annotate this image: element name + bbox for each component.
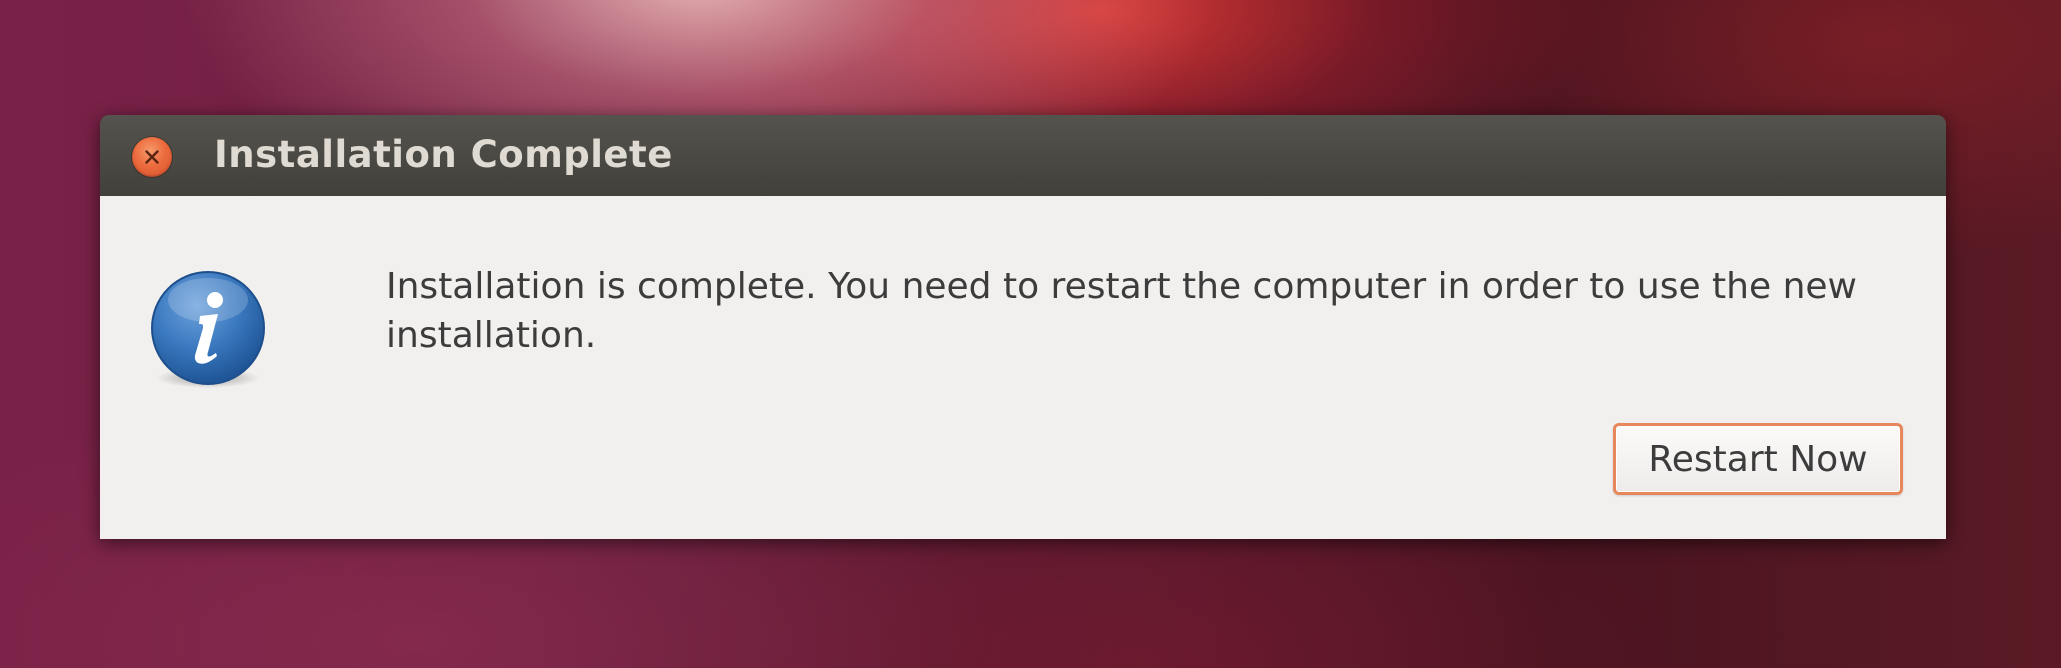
restart-now-button[interactable]: Restart Now bbox=[1613, 423, 1903, 495]
dialog-message: Installation is complete. You need to re… bbox=[386, 266, 1857, 356]
dialog-title: Installation Complete bbox=[214, 133, 673, 176]
close-icon bbox=[145, 150, 159, 164]
installation-complete-dialog: Installation Complete Installation is co… bbox=[100, 115, 1946, 539]
dialog-titlebar[interactable]: Installation Complete bbox=[100, 115, 1946, 197]
dialog-body: Installation is complete. You need to re… bbox=[100, 196, 1946, 539]
close-button[interactable] bbox=[132, 137, 172, 177]
info-icon bbox=[151, 271, 265, 388]
